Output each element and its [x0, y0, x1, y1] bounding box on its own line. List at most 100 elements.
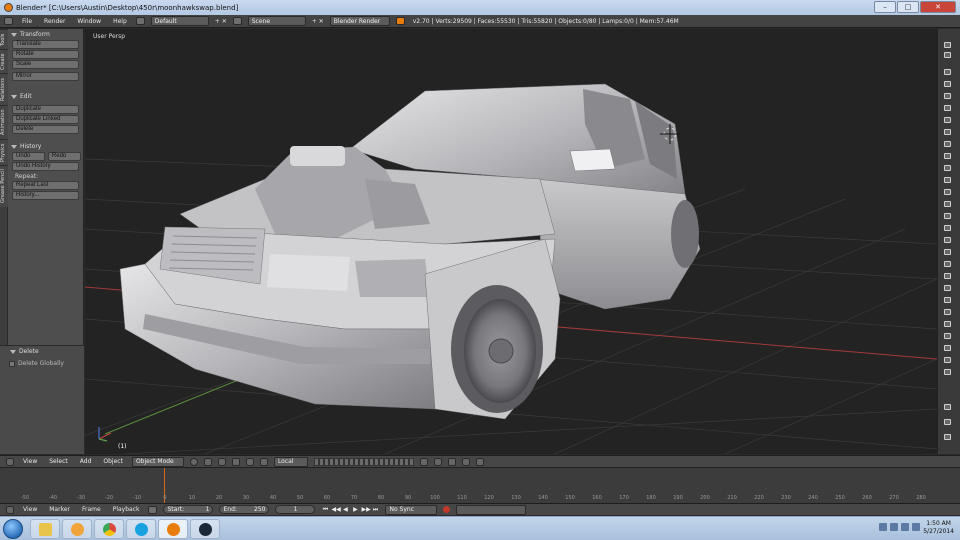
scroll-icon[interactable] [944, 81, 951, 87]
add-scene-icon[interactable]: + ✕ [312, 18, 324, 25]
play-icon[interactable]: ▶ [351, 506, 359, 514]
scroll-icon[interactable] [944, 177, 951, 183]
menu-render[interactable]: Render [41, 18, 68, 25]
scale-manipulator-icon[interactable] [259, 457, 268, 466]
snap-element-icon[interactable] [447, 457, 456, 466]
scroll-icon[interactable] [944, 129, 951, 135]
menu-add[interactable]: Add [77, 458, 95, 465]
start-button[interactable] [3, 519, 23, 539]
scroll-icon[interactable] [944, 273, 951, 279]
maximize-button[interactable]: □ [897, 1, 919, 13]
mirror-button[interactable]: Mirror [12, 72, 79, 81]
scroll-icon[interactable] [944, 357, 951, 363]
add-layout-icon[interactable]: + ✕ [215, 18, 227, 25]
scroll-icon[interactable] [944, 419, 951, 425]
repeat-last-button[interactable]: Repeat Last [12, 181, 79, 190]
lock-camera-icon[interactable] [419, 457, 428, 466]
tab-relations[interactable]: Relations [0, 73, 8, 105]
editor-type-icon[interactable] [6, 457, 14, 466]
menu-file[interactable]: File [19, 18, 35, 25]
mode-selector[interactable]: Object Mode [131, 456, 184, 467]
menu-playback[interactable]: Playback [110, 506, 143, 513]
rotate-manipulator-icon[interactable] [245, 457, 254, 466]
end-frame-field[interactable]: End: 250 [219, 505, 270, 514]
scroll-icon[interactable] [944, 153, 951, 159]
layer-buttons[interactable] [313, 457, 414, 466]
timeline-area[interactable]: -50 -40 -30 -20 -10 0 10 20 30 40 50 60 … [0, 467, 960, 504]
pivot-icon[interactable] [203, 457, 212, 466]
start-frame-field[interactable]: Start: 1 [163, 505, 214, 514]
duplicate-linked-button[interactable]: Duplicate Linked [12, 115, 79, 124]
editor-type-icon[interactable] [6, 505, 14, 514]
manipulator-icon[interactable] [217, 457, 226, 466]
3d-viewport[interactable]: User Persp (1) [85, 29, 937, 454]
skype-icon[interactable] [126, 519, 156, 539]
scroll-icon[interactable] [944, 309, 951, 315]
scroll-icon[interactable] [944, 189, 951, 195]
scroll-icon[interactable] [944, 345, 951, 351]
scroll-icon[interactable] [944, 141, 951, 147]
rotate-button[interactable]: Rotate [12, 50, 79, 59]
translate-button[interactable]: Translate [12, 40, 79, 49]
menu-select[interactable]: Select [46, 458, 71, 465]
current-frame-field[interactable]: 1 [275, 505, 316, 514]
menu-window[interactable]: Window [74, 18, 104, 25]
next-keyframe-icon[interactable]: ▶▶ [361, 506, 370, 514]
delete-button[interactable]: Delete [12, 125, 79, 134]
media-player-icon[interactable] [62, 519, 92, 539]
duplicate-button[interactable]: Duplicate [12, 105, 79, 114]
undo-button[interactable]: Undo [12, 152, 45, 161]
scroll-icon[interactable] [944, 261, 951, 267]
prev-keyframe-icon[interactable]: ◀◀ [331, 506, 340, 514]
scroll-icon[interactable] [944, 321, 951, 327]
menu-marker[interactable]: Marker [46, 506, 73, 513]
scroll-icon[interactable] [944, 297, 951, 303]
redo-button[interactable]: Redo [47, 152, 81, 161]
scroll-icon[interactable] [944, 249, 951, 255]
history-panel-header[interactable]: History [8, 141, 83, 152]
render-engine-selector[interactable]: Blender Render [329, 16, 390, 26]
scroll-icon[interactable] [944, 333, 951, 339]
play-reverse-icon[interactable]: ◀ [341, 506, 349, 514]
scroll-icon[interactable] [944, 93, 951, 99]
scroll-icon[interactable] [944, 285, 951, 291]
operator-panel-header[interactable]: Delete [0, 346, 84, 357]
shading-icon[interactable] [189, 457, 198, 466]
translate-manipulator-icon[interactable] [231, 457, 240, 466]
edit-panel-header[interactable]: Edit [8, 91, 83, 102]
menu-object[interactable]: Object [100, 458, 126, 465]
menu-view[interactable]: View [20, 506, 40, 513]
scroll-icon[interactable] [944, 42, 951, 48]
scroll-icon[interactable] [944, 434, 951, 440]
chrome-icon[interactable] [94, 519, 124, 539]
editor-type-icon[interactable] [4, 17, 13, 25]
scroll-icon[interactable] [944, 105, 951, 111]
scene-selector[interactable]: Scene [247, 16, 306, 26]
scroll-icon[interactable] [944, 69, 951, 75]
explorer-icon[interactable] [30, 519, 60, 539]
sync-selector[interactable]: No Sync [385, 504, 438, 515]
scroll-icon[interactable] [944, 369, 951, 375]
tab-grease-pencil[interactable]: Grease Pencil [0, 165, 8, 207]
preview-range-icon[interactable] [148, 505, 158, 514]
snap-icon[interactable] [433, 457, 442, 466]
jump-start-icon[interactable]: ⏮ [321, 506, 329, 514]
menu-frame[interactable]: Frame [79, 506, 104, 513]
opengl-render-icon[interactable] [461, 457, 470, 466]
menu-view[interactable]: View [20, 458, 40, 465]
scroll-icon[interactable] [944, 225, 951, 231]
tray-arrow-icon[interactable] [879, 523, 887, 531]
undo-history-button[interactable]: Undo History [12, 162, 79, 171]
scroll-icon[interactable] [944, 201, 951, 207]
close-button[interactable]: ✕ [920, 1, 956, 13]
scroll-icon[interactable] [944, 165, 951, 171]
tab-tools[interactable]: Tools [0, 29, 8, 49]
keying-set-field[interactable] [456, 504, 527, 515]
flag-icon[interactable] [890, 523, 898, 531]
transform-panel-header[interactable]: Transform [8, 29, 83, 40]
blender-icon[interactable] [158, 519, 188, 539]
network-icon[interactable] [901, 523, 909, 531]
tab-physics[interactable]: Physics [0, 139, 8, 165]
layout-selector[interactable]: Default [150, 16, 209, 26]
delete-globally-checkbox[interactable]: Delete Globally [0, 360, 84, 367]
